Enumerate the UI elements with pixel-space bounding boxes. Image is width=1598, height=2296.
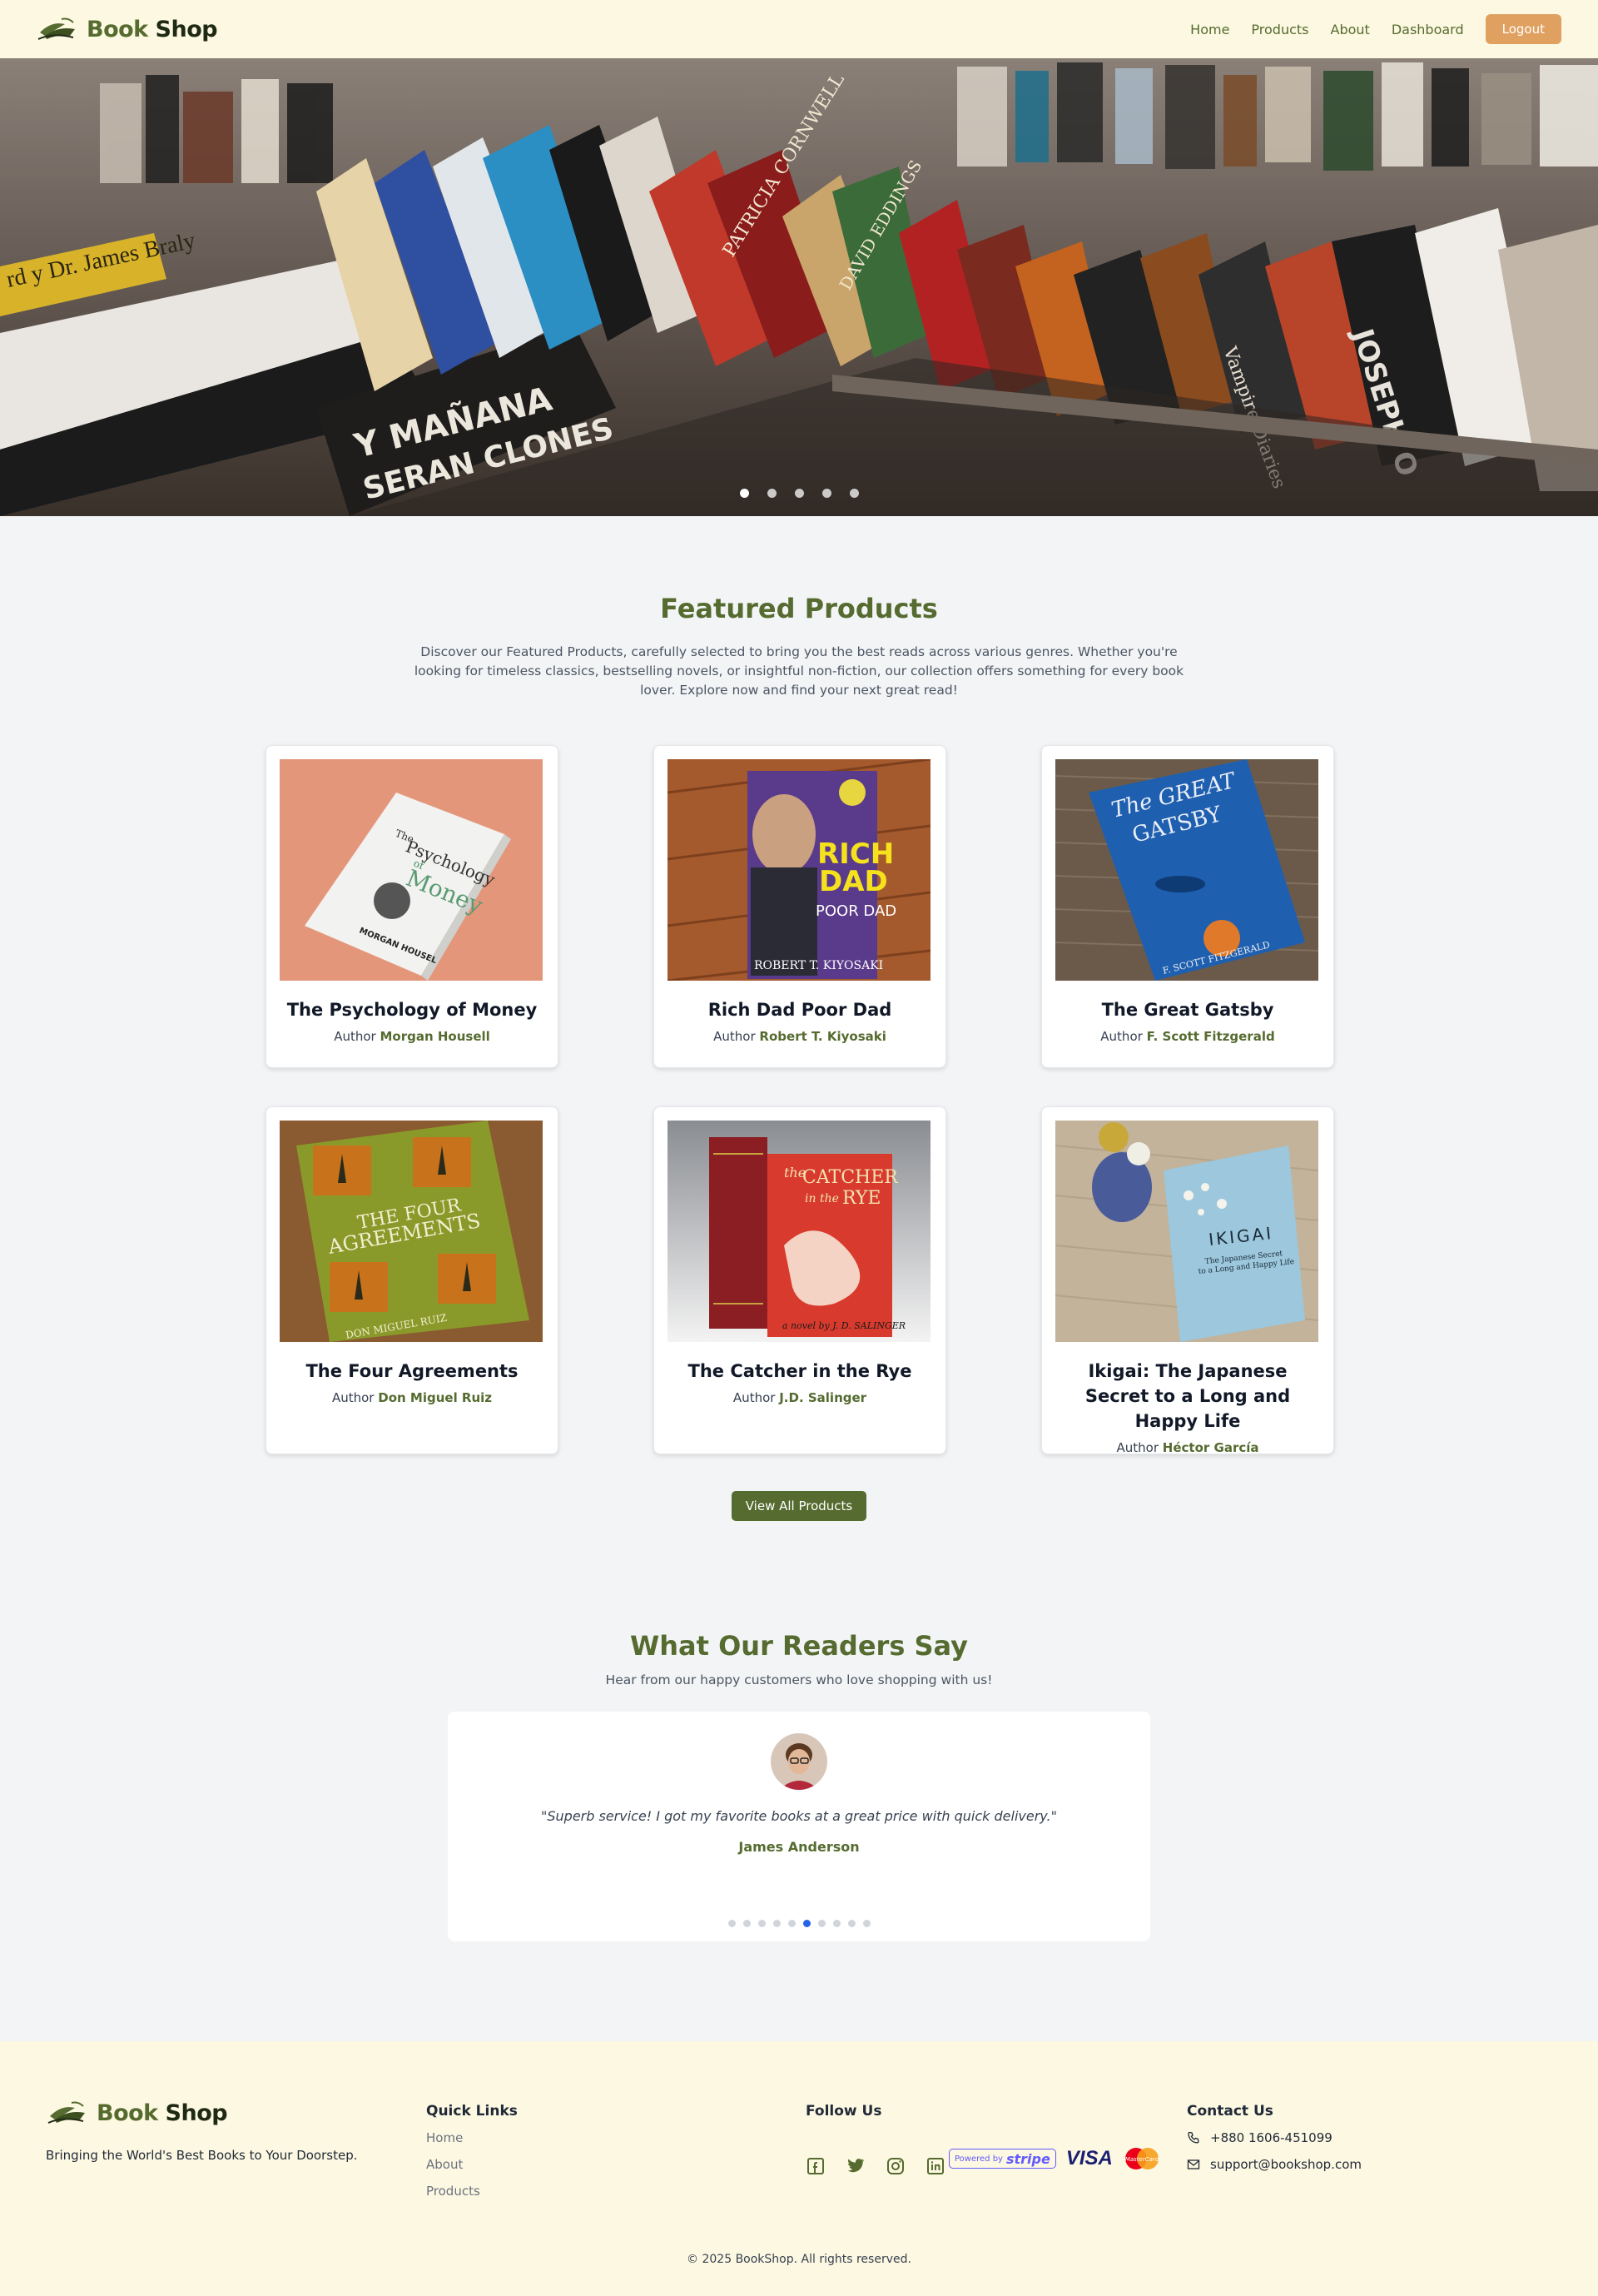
- nav-link-about[interactable]: About: [1331, 22, 1370, 37]
- testimonial-dot[interactable]: [727, 1920, 736, 1927]
- testimonial-dot[interactable]: [757, 1920, 766, 1927]
- product-title[interactable]: Rich Dad Poor Dad: [667, 997, 932, 1022]
- footer-brand-name: Book Shop: [97, 2100, 228, 2126]
- footer-link-home[interactable]: Home: [426, 2130, 463, 2145]
- phone-icon: [1188, 2131, 1199, 2144]
- svg-text:DAD: DAD: [819, 865, 888, 898]
- nav-link-home[interactable]: Home: [1190, 22, 1229, 37]
- testimonial-dot[interactable]: [772, 1920, 781, 1927]
- readers-subtitle: Hear from our happy customers who love s…: [605, 1672, 993, 1687]
- logout-button[interactable]: Logout: [1485, 14, 1561, 44]
- contact-email[interactable]: support@bookshop.com: [1187, 2157, 1362, 2172]
- stripe-badge: Powered by stripe: [949, 2149, 1056, 2169]
- nav-link-products[interactable]: Products: [1251, 22, 1308, 37]
- hero-carousel[interactable]: rd y Dr. James Braly Y MAÑANA SERAN CLON…: [0, 58, 1598, 516]
- instagram-icon[interactable]: [886, 2156, 906, 2176]
- payment-methods: Powered by stripe VISA MasterCard: [949, 2147, 1161, 2170]
- social-links: [806, 2156, 945, 2176]
- featured-products-title: Featured Products: [660, 593, 938, 624]
- product-card[interactable]: the CATCHER in the RYE a novel by J. D. …: [653, 1106, 946, 1454]
- product-author: Author F. Scott Fitzgerald: [1100, 1029, 1275, 1044]
- brand-logo-link[interactable]: Book Shop: [37, 14, 218, 44]
- product-cover-image: The GREAT GATSBY F. SCOTT FITZGERALD: [1055, 759, 1318, 981]
- mastercard-logo: MasterCard: [1125, 2148, 1159, 2169]
- nav-link-dashboard[interactable]: Dashboard: [1392, 22, 1464, 37]
- product-author: Author Don Miguel Ruiz: [331, 1390, 493, 1405]
- hero-slide-dot-2[interactable]: [767, 489, 777, 498]
- product-card[interactable]: The GREAT GATSBY F. SCOTT FITZGERALD The…: [1041, 745, 1334, 1068]
- product-title[interactable]: The Catcher in the Rye: [667, 1359, 932, 1384]
- quick-links-title: Quick Links: [426, 2103, 518, 2120]
- visa-logo: VISA: [1065, 2147, 1113, 2169]
- product-cover-image: RICH DAD POOR DAD ROBERT T. KIYOSAKI: [667, 759, 931, 981]
- product-cover-image: IKIGAI The Japanese Secret to a Long and…: [1055, 1121, 1318, 1342]
- hero-slide-dot-4[interactable]: [821, 489, 831, 498]
- nav-links: Home Products About Dashboard Logout: [1190, 14, 1561, 44]
- featured-products-description: Discover our Featured Products, carefull…: [414, 644, 1184, 698]
- footer-tagline: Bringing the World's Best Books to Your …: [46, 2148, 358, 2163]
- product-title[interactable]: Ikigai: The Japanese Secret to a Long an…: [1055, 1359, 1320, 1434]
- copyright: © 2025 BookShop. All rights reserved.: [687, 2253, 911, 2266]
- twitter-icon[interactable]: [846, 2156, 866, 2176]
- brand-name: Book Shop: [87, 16, 218, 42]
- follow-us-title: Follow Us: [806, 2103, 882, 2120]
- testimonial-quote: "Superb service! I got my favorite books…: [541, 1808, 1057, 1824]
- hero-slide-dot-1[interactable]: [739, 489, 749, 498]
- product-author: Author Héctor García: [1116, 1440, 1259, 1455]
- svg-text:MasterCard: MasterCard: [1125, 2156, 1159, 2163]
- readers-title: What Our Readers Say: [629, 1630, 969, 1662]
- footer-brand[interactable]: Book Shop: [47, 2098, 228, 2128]
- navbar: Book Shop Home Products About Dashboard …: [0, 0, 1598, 58]
- product-author: Author J.D. Salinger: [732, 1390, 867, 1405]
- hero-slide-indicators: [0, 489, 1598, 498]
- linkedin-icon[interactable]: [926, 2156, 945, 2176]
- testimonial-dot[interactable]: [787, 1920, 796, 1927]
- testimonial-dot[interactable]: [832, 1920, 841, 1927]
- product-author: Author Robert T. Kiyosaki: [713, 1029, 886, 1044]
- contact-phone: +880 1606-451099: [1187, 2130, 1332, 2145]
- mail-icon: [1187, 2159, 1200, 2169]
- book-logo-icon: [37, 17, 75, 40]
- product-card[interactable]: The Psychology of Money MORGAN HOUSEL Th…: [266, 745, 558, 1068]
- svg-text:a novel by J. D. SALINGER: a novel by J. D. SALINGER: [782, 1320, 906, 1331]
- svg-text:ROBERT T. KIYOSAKI: ROBERT T. KIYOSAKI: [754, 959, 883, 972]
- contact-us-title: Contact Us: [1187, 2103, 1273, 2120]
- product-card[interactable]: THE FOUR AGREEMENTS DON MIGUEL RUIZ The …: [266, 1106, 558, 1454]
- avatar: [771, 1733, 827, 1790]
- testimonial-dot[interactable]: [862, 1920, 871, 1927]
- testimonial-indicators: [448, 1920, 1150, 1927]
- product-cover-image: the CATCHER in the RYE a novel by J. D. …: [667, 1121, 931, 1342]
- testimonial-card: "Superb service! I got my favorite books…: [448, 1712, 1150, 1941]
- product-card[interactable]: IKIGAI The Japanese Secret to a Long and…: [1041, 1106, 1334, 1455]
- hero-bookshelf-image: rd y Dr. James Braly Y MAÑANA SERAN CLON…: [0, 58, 1598, 516]
- product-cover-image: The Psychology of Money MORGAN HOUSEL: [280, 759, 543, 981]
- hero-slide-dot-3[interactable]: [794, 489, 804, 498]
- testimonial-dot-active[interactable]: [802, 1920, 811, 1927]
- product-cover-image: THE FOUR AGREEMENTS DON MIGUEL RUIZ: [280, 1121, 543, 1342]
- facebook-icon[interactable]: [806, 2156, 826, 2176]
- product-card[interactable]: RICH DAD POOR DAD ROBERT T. KIYOSAKI Ric…: [653, 745, 946, 1068]
- testimonial-dot[interactable]: [847, 1920, 856, 1927]
- product-title[interactable]: The Psychology of Money: [280, 997, 544, 1022]
- svg-text:POOR DAD: POOR DAD: [816, 902, 896, 920]
- book-logo-icon: [47, 2101, 85, 2124]
- testimonial-dot[interactable]: [742, 1920, 751, 1927]
- footer-link-products[interactable]: Products: [426, 2184, 480, 2199]
- hero-slide-dot-5[interactable]: [849, 489, 859, 498]
- product-title[interactable]: The Great Gatsby: [1055, 997, 1320, 1022]
- svg-text:CATCHER: CATCHER: [802, 1167, 899, 1188]
- testimonial-dot[interactable]: [817, 1920, 826, 1927]
- footer: Book Shop Bringing the World's Best Book…: [0, 2041, 1598, 2296]
- product-title[interactable]: The Four Agreements: [280, 1359, 544, 1384]
- testimonial-author: James Anderson: [738, 1839, 860, 1855]
- footer-link-about[interactable]: About: [426, 2157, 463, 2172]
- svg-text:RYE: RYE: [842, 1188, 881, 1209]
- view-all-products-button[interactable]: View All Products: [732, 1491, 866, 1521]
- svg-text:in the: in the: [805, 1192, 839, 1205]
- product-author: Author Morgan Housell: [334, 1029, 490, 1044]
